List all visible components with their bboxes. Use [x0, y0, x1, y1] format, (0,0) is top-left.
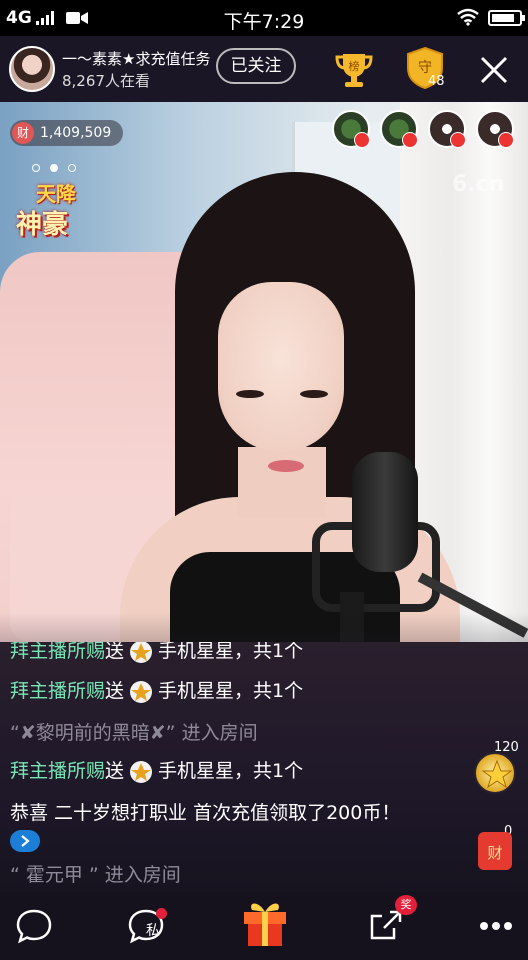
follow-button[interactable]: 已关注	[216, 48, 296, 84]
star-gift-icon	[130, 680, 153, 703]
chat-verb: 送	[105, 680, 125, 702]
clock: 下午7:29	[223, 11, 305, 33]
trophy-ranking-icon[interactable]: 榜	[333, 50, 375, 90]
chat-gift-text: 手机星星，共1个	[158, 642, 304, 662]
coin-icon: 财	[12, 122, 34, 144]
battery-level	[492, 14, 515, 22]
carousel-dot	[68, 164, 76, 172]
viewer-rank-badge-icon	[402, 132, 418, 148]
streamer-eye-right	[300, 390, 328, 398]
star-gift-button[interactable]	[474, 752, 516, 794]
promo-line-2: 神豪	[16, 210, 69, 240]
chat-feed[interactable]: 拜主播所赐送 手机星星，共1个 拜主播所赐送 手机星星，共1个 “✘黎明前的黑暗✘”…	[0, 642, 528, 892]
star-icon	[481, 759, 513, 789]
top-viewer-avatars	[332, 110, 514, 148]
gift-box-icon[interactable]	[240, 896, 290, 948]
viewer-count: 8,267人在看	[62, 72, 150, 90]
red-envelope-button[interactable]: 财	[478, 832, 512, 870]
private-message-label: 私	[146, 923, 160, 939]
host-coin-total[interactable]: 财 1,409,509	[10, 120, 124, 146]
chat-user: 拜主播所赐	[10, 680, 106, 702]
chat-message: 恭喜 二十岁想打职业 首次充值领取了200币！	[10, 802, 401, 824]
viewer-rank-badge-icon	[450, 132, 466, 148]
star-gift-icon	[130, 642, 153, 663]
chat-bubble-icon[interactable]	[14, 906, 54, 946]
unread-dot	[156, 908, 167, 919]
viewer-rank-badge-icon	[498, 132, 514, 148]
share-reward-badge: 奖	[395, 895, 417, 915]
carousel-dot	[32, 164, 40, 172]
viewer-rank-badge-icon	[354, 132, 370, 148]
coin-count: 1,409,509	[40, 125, 112, 141]
viewer-avatar[interactable]	[428, 110, 466, 148]
wifi-icon	[457, 8, 479, 26]
live-header: 一〜素素★求充值任务 8,267人在看 已关注 榜 守 48	[0, 36, 528, 102]
chat-message: “ 霍元甲 ” 进入房间	[10, 864, 181, 886]
battery-icon	[488, 10, 525, 26]
guard-count: 48	[428, 74, 445, 89]
more-options-icon[interactable]	[476, 906, 516, 946]
chat-gift-text: 手机星星，共1个	[158, 760, 304, 782]
streamer-eye-left	[236, 390, 264, 398]
chat-message: 拜主播所赐送 手机星星，共1个	[10, 676, 303, 705]
streamer-face	[218, 282, 344, 452]
chat-user: 拜主播所赐	[10, 642, 106, 662]
video-fade	[0, 612, 528, 642]
chat-verb: 送	[105, 760, 125, 782]
chat-message: “✘黎明前的黑暗✘” 进入房间	[10, 722, 258, 744]
close-icon[interactable]	[478, 54, 510, 86]
host-name: 一〜素素★求充值任务	[62, 50, 211, 68]
expand-chat-button[interactable]	[10, 830, 40, 852]
chat-verb: 送	[105, 642, 125, 662]
carousel-dot	[50, 164, 58, 172]
chat-gift-text: 手机星星，共1个	[158, 680, 304, 702]
microphone	[352, 452, 418, 572]
chat-message: 拜主播所赐送 手机星星，共1个	[10, 756, 303, 785]
promo-banner[interactable]: 天降 神豪	[14, 178, 104, 240]
chat-message: 拜主播所赐送 手机星星，共1个	[10, 642, 303, 665]
chat-user: 拜主播所赐	[10, 760, 106, 782]
status-bar: 4G 下午7:29	[0, 0, 528, 36]
live-video[interactable]: 6.cn 财 1,409,509 天降 神豪	[0, 102, 528, 642]
star-gift-icon	[130, 760, 153, 783]
viewer-avatar[interactable]	[476, 110, 514, 148]
viewer-avatar[interactable]	[332, 110, 370, 148]
chevron-right-icon	[21, 835, 30, 847]
host-avatar[interactable]	[9, 46, 55, 92]
streamer-neck	[238, 447, 326, 517]
promo-line-1: 天降	[36, 182, 76, 206]
carousel-dots	[32, 164, 76, 172]
trophy-label: 榜	[349, 59, 360, 73]
viewer-avatar[interactable]	[380, 110, 418, 148]
watermark-logo: 6.cn	[452, 172, 505, 197]
bottom-toolbar: 私 奖	[0, 892, 528, 960]
streamer-lips	[268, 460, 304, 472]
